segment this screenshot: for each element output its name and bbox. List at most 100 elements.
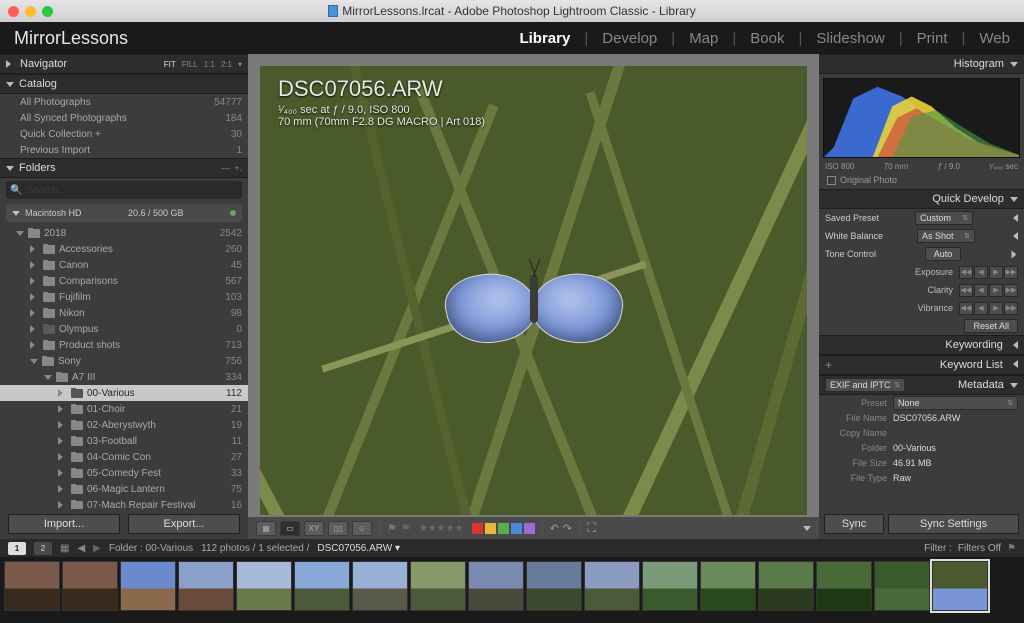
import-button[interactable]: Import... (8, 514, 120, 534)
step-down-large[interactable]: ◀◀ (959, 284, 973, 297)
module-web[interactable]: Web (979, 30, 1010, 47)
white-balance-dropdown[interactable]: As Shot⇅ (917, 229, 975, 243)
keyword-list-header[interactable]: + Keyword List (819, 355, 1024, 375)
toolbar-menu-icon[interactable] (803, 526, 811, 531)
step-up[interactable]: ▶ (989, 302, 1003, 315)
color-label[interactable] (485, 523, 496, 534)
thumbnail[interactable] (584, 561, 640, 611)
breadcrumb[interactable]: Folder : 00-Various (109, 543, 193, 554)
thumbnail[interactable] (816, 561, 872, 611)
thumbnail[interactable] (294, 561, 350, 611)
loupe-view-button[interactable]: ▭ (280, 521, 300, 536)
folder-row[interactable]: 05-Comedy Fest33 (0, 465, 248, 481)
navigator-panel-header[interactable]: Navigator FITFILL1:12:1▾ (0, 54, 248, 74)
folders-panel-header[interactable]: Folders —+. (0, 158, 248, 178)
thumbnail[interactable] (758, 561, 814, 611)
thumbnail[interactable] (932, 561, 988, 611)
folder-row[interactable]: 06-Magic Lantern75 (0, 481, 248, 497)
folder-row[interactable]: Product shots713 (0, 337, 248, 353)
step-down-large[interactable]: ◀◀ (959, 266, 973, 279)
color-labels[interactable] (472, 523, 535, 534)
nav-zoom-2-1[interactable]: 2:1 (221, 60, 232, 69)
nav-forward-icon[interactable]: ▶ (93, 543, 101, 554)
catalog-item[interactable]: All Synced Photographs184 (0, 110, 248, 126)
secondary-monitor-button[interactable]: 2 (34, 542, 52, 555)
flag-reject-icon[interactable]: ⚑ (401, 522, 411, 535)
step-up[interactable]: ▶ (989, 266, 1003, 279)
step-up-large[interactable]: ▶▶ (1004, 284, 1018, 297)
color-label[interactable] (472, 523, 483, 534)
step-up-large[interactable]: ▶▶ (1004, 302, 1018, 315)
original-photo-toggle[interactable]: Original Photo (819, 173, 1024, 189)
thumbnail[interactable] (4, 561, 60, 611)
nav-zoom-1-1[interactable]: 1:1 (204, 60, 215, 69)
chevron-down-icon[interactable]: ▾ (238, 60, 242, 69)
folder-row[interactable]: 20182542 (0, 225, 248, 241)
color-label[interactable] (498, 523, 509, 534)
thumbnail-strip[interactable] (0, 557, 1024, 623)
color-label[interactable] (524, 523, 535, 534)
thumbnail[interactable] (874, 561, 930, 611)
metadata-preset-dropdown[interactable]: None⇅ (893, 396, 1018, 410)
primary-monitor-button[interactable]: 1 (8, 542, 26, 555)
folder-row[interactable]: 07-Mach Repair Festival16 (0, 497, 248, 509)
folder-row[interactable]: Comparisons567 (0, 273, 248, 289)
quick-develop-header[interactable]: Quick Develop (819, 189, 1024, 209)
histogram-display[interactable] (823, 78, 1020, 158)
folder-row[interactable]: Accessories260 (0, 241, 248, 257)
thumbnail[interactable] (178, 561, 234, 611)
zoom-window-icon[interactable] (42, 6, 53, 17)
expand-icon[interactable] (1011, 250, 1016, 258)
catalog-item[interactable]: Quick Collection +30 (0, 126, 248, 142)
thumbnail[interactable] (468, 561, 524, 611)
filter-lock-icon[interactable]: ⚑ (1007, 543, 1016, 554)
folder-row[interactable]: Nikon98 (0, 305, 248, 321)
folder-row[interactable]: 01-Choir21 (0, 401, 248, 417)
sync-settings-button[interactable]: Sync Settings (888, 514, 1019, 534)
module-print[interactable]: Print (917, 30, 948, 47)
module-slideshow[interactable]: Slideshow (816, 30, 884, 47)
nav-back-icon[interactable]: ◀ (77, 543, 85, 554)
collapse-icon[interactable] (1009, 232, 1018, 240)
color-label[interactable] (511, 523, 522, 534)
volume-browser[interactable]: Macintosh HD 20.6 / 500 GB (6, 204, 242, 222)
filter-value[interactable]: Filters Off (958, 543, 1001, 554)
catalog-item[interactable]: Previous Import1 (0, 142, 248, 158)
sync-button[interactable]: Sync (824, 514, 884, 534)
survey-view-button[interactable]: ▯▯ (328, 521, 348, 536)
compare-view-button[interactable]: XY (304, 521, 324, 536)
thumbnail[interactable] (120, 561, 176, 611)
thumbnail[interactable] (236, 561, 292, 611)
module-book[interactable]: Book (750, 30, 784, 47)
thumbnail[interactable] (526, 561, 582, 611)
navigator-zoom-options[interactable]: FIT FILL 1:1 2:1 ▾ (164, 60, 242, 69)
reset-all-button[interactable]: Reset All (964, 319, 1018, 333)
histogram-panel-header[interactable]: Histogram (819, 54, 1024, 74)
rotate-cw-icon[interactable]: ↷ (563, 522, 572, 535)
nav-zoom-FILL[interactable]: FILL (182, 60, 198, 69)
add-keyword-icon[interactable]: + (825, 358, 832, 372)
catalog-item[interactable]: All Photographs54777 (0, 94, 248, 110)
folder-row[interactable]: Fujifilm103 (0, 289, 248, 305)
step-down[interactable]: ◀ (974, 302, 988, 315)
folder-row[interactable]: Sony756 (0, 353, 248, 369)
rotate-ccw-icon[interactable]: ↶ (550, 522, 559, 535)
step-up[interactable]: ▶ (989, 284, 1003, 297)
grid-view-button[interactable]: ▦ (256, 521, 276, 536)
step-up-large[interactable]: ▶▶ (1004, 266, 1018, 279)
face-tag-icon[interactable]: ⛶ (587, 520, 596, 536)
catalog-panel-header[interactable]: Catalog (0, 74, 248, 94)
folder-row[interactable]: A7 III334 (0, 369, 248, 385)
module-develop[interactable]: Develop (602, 30, 657, 47)
step-down[interactable]: ◀ (974, 284, 988, 297)
thumbnail[interactable] (410, 561, 466, 611)
folders-search-input[interactable]: 🔍 Search (6, 181, 242, 199)
folder-row[interactable]: 03-Football11 (0, 433, 248, 449)
folder-row[interactable]: Canon45 (0, 257, 248, 273)
thumbnail[interactable] (352, 561, 408, 611)
module-library[interactable]: Library (519, 30, 570, 47)
export-button[interactable]: Export... (128, 514, 240, 534)
metadata-mode-dropdown[interactable]: EXIF and IPTC⇅ (825, 378, 905, 392)
step-down-large[interactable]: ◀◀ (959, 302, 973, 315)
nav-zoom-FIT[interactable]: FIT (164, 60, 176, 69)
